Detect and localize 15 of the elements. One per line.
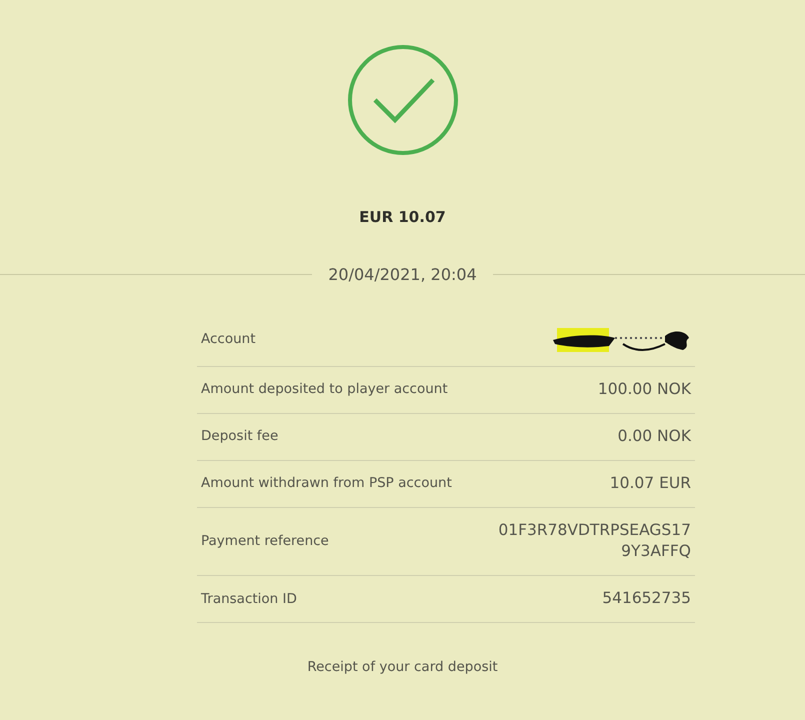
row-value: 01F3R78VDTRPSEAGS179Y3AFFQ	[497, 520, 691, 562]
check-circle-icon	[346, 44, 458, 156]
row-label: Deposit fee	[201, 427, 278, 446]
amount-text: EUR 10.07	[359, 208, 446, 226]
row-value: 100.00 NOK	[596, 378, 691, 400]
row-label: Transaction ID	[201, 590, 297, 609]
row-label: Amount withdrawn from PSP account	[201, 474, 452, 494]
row-value: 541652735	[601, 588, 691, 610]
row-label: Account	[201, 330, 256, 350]
row-value: 0.00 NOK	[616, 426, 691, 447]
date-text: 20/04/2021, 20:04	[327, 264, 478, 286]
row-label: Amount deposited to player account	[201, 380, 448, 400]
row-label: Payment reference	[201, 532, 329, 552]
row-value: 10.07 EUR	[608, 472, 691, 494]
footer-text: Receipt of your card deposit	[307, 658, 498, 675]
